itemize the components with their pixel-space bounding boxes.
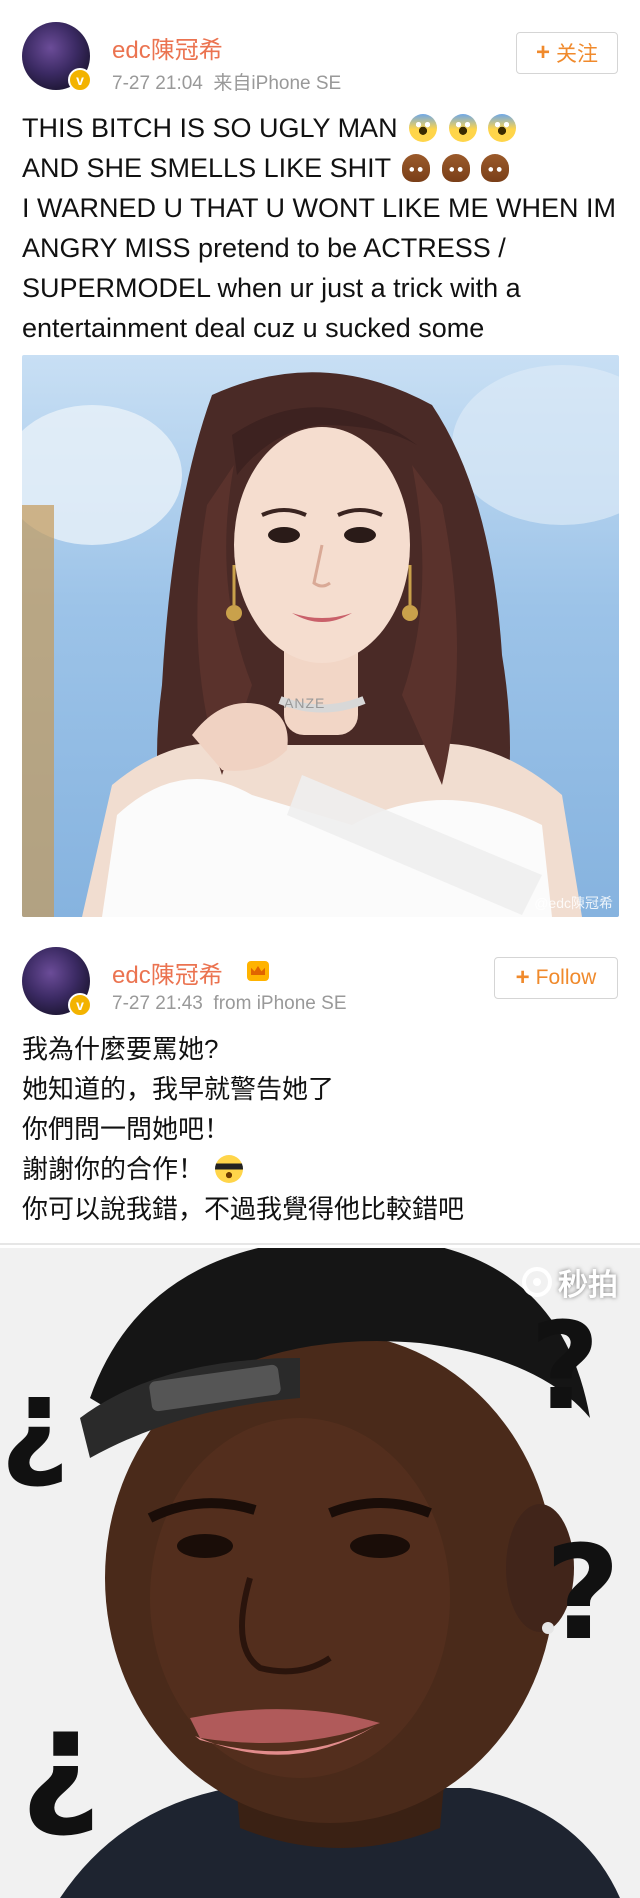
avatar[interactable]: v <box>22 947 92 1017</box>
svg-text:?: ? <box>530 1298 600 1437</box>
sunglasses-emoji-icon <box>215 1155 244 1183</box>
verified-badge-icon: v <box>68 993 92 1017</box>
text-line: 她知道的，我早就警告她了 <box>22 1074 335 1104</box>
avatar[interactable]: v <box>22 22 92 92</box>
follow-button[interactable]: + 关注 <box>516 32 618 74</box>
username[interactable]: edc陳冠希 <box>112 30 223 65</box>
video-watermark: 秒拍 <box>522 1260 618 1304</box>
username[interactable]: edc陳冠希 <box>112 955 223 990</box>
svg-text:?: ? <box>545 1517 620 1669</box>
timestamp: 7-27 21:43 <box>112 993 203 1014</box>
meme-image[interactable]: ¿ ? ? ¿ 秒拍 <box>0 1248 640 1898</box>
post-source: 来自iPhone SE <box>213 73 342 94</box>
scream-emoji-icon <box>448 114 477 142</box>
poo-emoji-icon <box>402 154 431 182</box>
weibo-post-2: v edc陳冠希 7-27 21:43 from iPhone SE + Fol… <box>0 925 640 1245</box>
poo-emoji-icon <box>441 154 470 182</box>
text-line: THIS BITCH IS SO UGLY MAN <box>22 108 616 148</box>
text-line: ANGRY MISS pretend to be ACTRESS / <box>22 233 506 263</box>
woman-portrait-image <box>22 365 619 917</box>
post-meta: 7-27 21:43 from iPhone SE <box>112 993 347 1015</box>
follow-label: 关注 <box>556 43 598 66</box>
text-line: SUPERMODEL when ur just a trick with a <box>22 273 521 303</box>
verified-badge-icon: v <box>68 68 92 92</box>
text-line: entertainment deal cuz u sucked some <box>22 313 485 343</box>
text-line: 你們問一問她吧！ <box>22 1114 231 1144</box>
scream-emoji-icon <box>488 114 517 142</box>
post-text: 我為什麼要罵她? 她知道的，我早就警告她了 你們問一問她吧！ 謝謝你的合作！ 你… <box>22 1029 464 1229</box>
scream-emoji-icon <box>409 114 438 142</box>
vip-crown-icon <box>247 961 269 981</box>
choker-text: ANZE <box>284 695 326 711</box>
post-source: from iPhone SE <box>213 993 347 1014</box>
camera-icon <box>522 1267 552 1297</box>
divider <box>0 1243 640 1245</box>
weibo-post-1: v edc陳冠希 7-27 21:04 来自iPhone SE + 关注 THI… <box>0 0 640 925</box>
text-line: AND SHE SMELLS LIKE SHIT <box>22 148 616 188</box>
post-image[interactable]: ANZE @edc陳冠希 <box>22 355 619 917</box>
post-text: THIS BITCH IS SO UGLY MAN AND SHE SMELLS… <box>22 108 616 348</box>
text-line: 謝謝你的合作！ <box>22 1149 464 1189</box>
text-line: 我為什麼要罵她? <box>22 1034 219 1064</box>
post-meta: 7-27 21:04 来自iPhone SE <box>112 68 341 95</box>
confused-man-image: ¿ ? ? ¿ <box>0 1248 640 1898</box>
poo-emoji-icon <box>481 154 510 182</box>
follow-label: Follow <box>535 966 597 989</box>
follow-button[interactable]: + Follow <box>494 957 618 999</box>
text-line: I WARNED U THAT U WONT LIKE ME WHEN IM <box>22 193 617 223</box>
text-line: 你可以說我錯，不過我覺得他比較錯吧 <box>22 1194 465 1224</box>
timestamp: 7-27 21:04 <box>112 73 203 94</box>
plus-icon: + <box>515 964 530 991</box>
plus-icon: + <box>535 39 550 66</box>
question-mark: ¿ <box>0 1353 70 1492</box>
image-watermark: @edc陳冠希 <box>534 895 613 911</box>
svg-text:¿: ¿ <box>20 1679 101 1842</box>
